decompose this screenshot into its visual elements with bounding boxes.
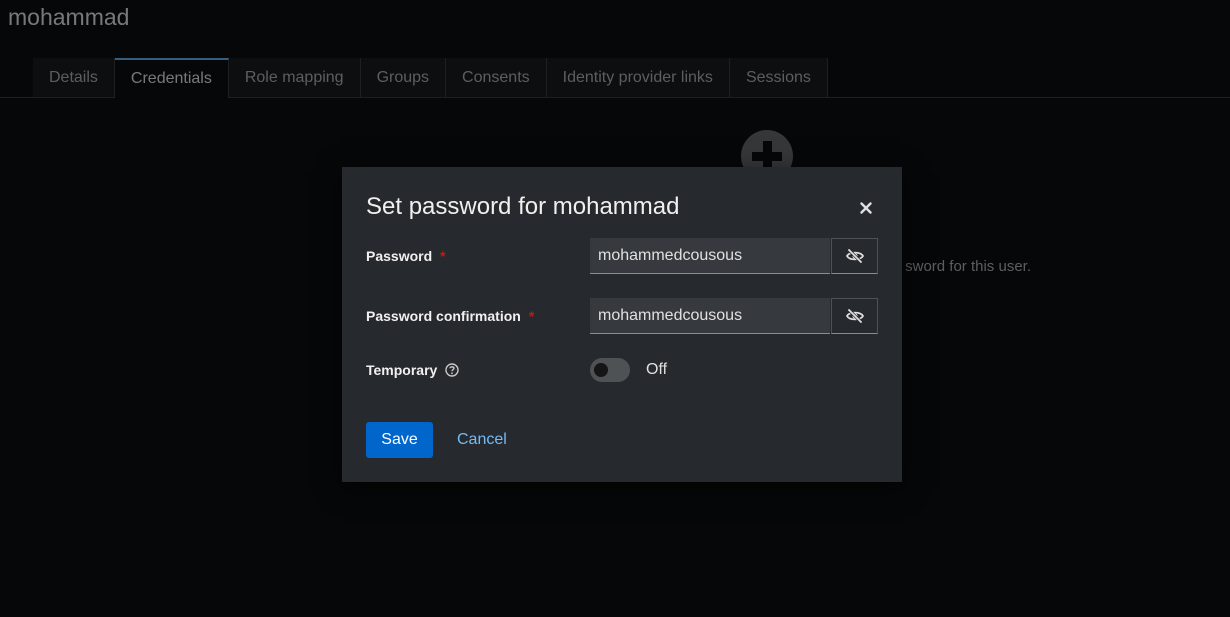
password-input[interactable]: [590, 238, 830, 274]
temporary-switch-state: Off: [646, 361, 668, 378]
temporary-row: Temporary Off: [366, 352, 878, 388]
temporary-label-text: Temporary: [366, 362, 438, 378]
temporary-switch[interactable]: [590, 358, 630, 382]
modal-title: Set password for mohammad: [366, 193, 680, 220]
password-confirmation-row: Password confirmation *: [366, 298, 878, 334]
eye-slash-icon: [845, 309, 864, 323]
password-confirmation-label: Password confirmation *: [366, 308, 534, 324]
password-confirmation-input[interactable]: [590, 298, 830, 334]
required-indicator: *: [440, 248, 446, 264]
eye-slash-icon: [845, 249, 864, 263]
close-button[interactable]: [858, 200, 874, 216]
switch-knob: [594, 363, 608, 377]
save-button[interactable]: Save: [366, 422, 433, 458]
password-row: Password *: [366, 238, 878, 274]
password-confirmation-input-group: [590, 298, 878, 334]
close-icon: [860, 202, 872, 214]
set-password-modal: Set password for mohammad Password * moh…: [342, 167, 902, 482]
toggle-password-confirmation-visibility-button[interactable]: [831, 298, 878, 334]
temporary-label: Temporary: [366, 362, 460, 378]
password-label: Password *: [366, 248, 446, 264]
password-input-group: [590, 238, 878, 274]
temporary-switch-wrapper: Off: [590, 358, 667, 382]
password-label-text: Password: [366, 248, 433, 264]
required-indicator: *: [528, 308, 535, 324]
cancel-button[interactable]: Cancel: [445, 422, 519, 458]
password-confirmation-label-text: Password confirmation: [366, 308, 521, 324]
question-circle-icon[interactable]: [445, 363, 460, 377]
toggle-password-visibility-button[interactable]: [831, 238, 878, 274]
